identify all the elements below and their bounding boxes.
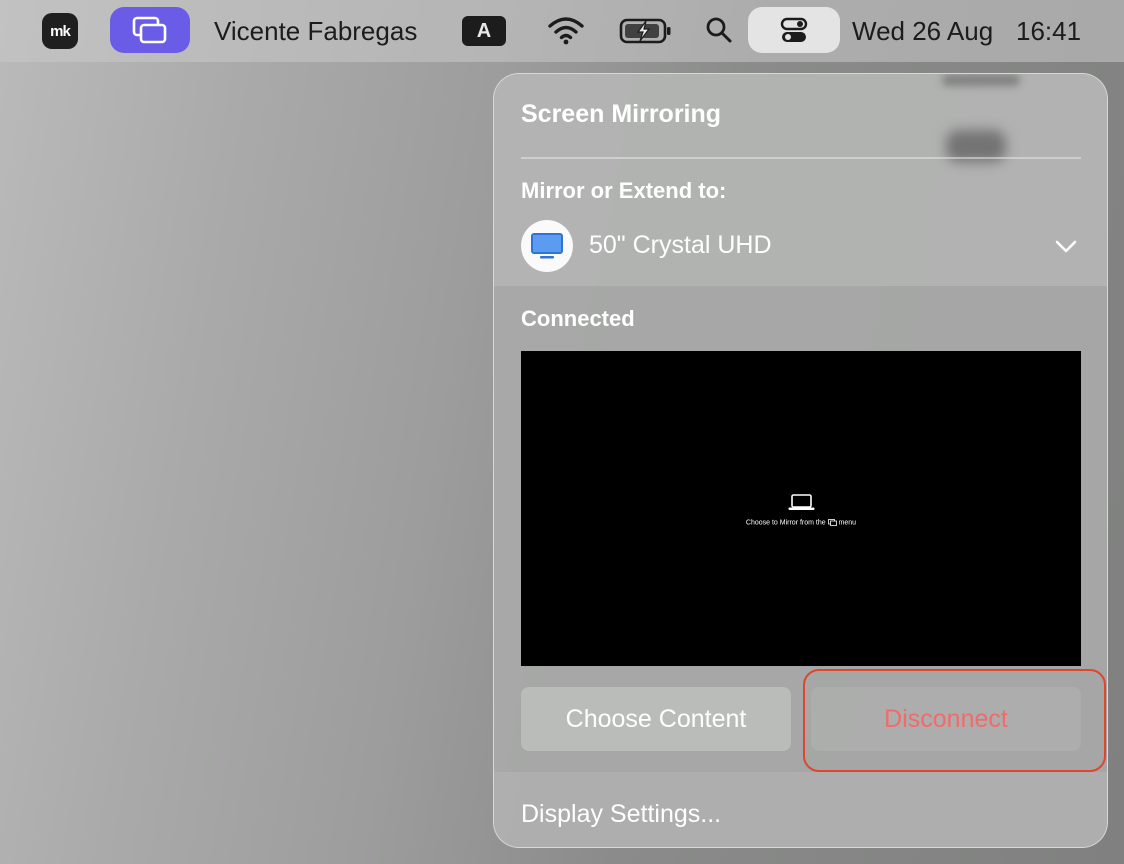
preview-caption: Choose to Mirror from the menu bbox=[521, 519, 1081, 526]
display-settings-link[interactable]: Display Settings... bbox=[521, 800, 721, 829]
chevron-down-icon[interactable] bbox=[1054, 234, 1078, 258]
divider bbox=[521, 157, 1081, 159]
control-center-button[interactable] bbox=[748, 7, 840, 53]
screen-mirroring-small-icon bbox=[827, 519, 837, 526]
mk-logo-text: mk bbox=[50, 22, 71, 40]
clock-date[interactable]: Wed 26 Aug bbox=[852, 14, 993, 48]
search-icon[interactable] bbox=[702, 12, 736, 48]
wifi-icon[interactable] bbox=[546, 12, 586, 48]
screen-mirroring-menu-button[interactable] bbox=[110, 7, 190, 53]
background-blur-shape bbox=[942, 74, 1020, 86]
clock-time[interactable]: 16:41 bbox=[1016, 14, 1081, 48]
menu-bar: mk Vicente Fabregas A Wed 26 Aug 16:41 bbox=[0, 0, 1124, 62]
control-center-icon bbox=[780, 17, 808, 42]
mk-logo-icon[interactable]: mk bbox=[42, 13, 78, 49]
input-source-indicator[interactable]: A bbox=[462, 16, 506, 46]
mirror-or-extend-label: Mirror or Extend to: bbox=[521, 178, 727, 203]
preview-caption-after: menu bbox=[838, 519, 857, 527]
user-name[interactable]: Vicente Fabregas bbox=[214, 14, 417, 48]
display-preview: Choose to Mirror from the menu bbox=[521, 351, 1081, 666]
device-row-crystal-uhd[interactable]: 50" Crystal UHD bbox=[521, 220, 1081, 272]
battery-charging-icon[interactable] bbox=[618, 14, 674, 48]
screen-mirroring-icon bbox=[132, 16, 167, 44]
laptop-icon bbox=[788, 494, 815, 510]
disconnect-highlight-outline bbox=[803, 669, 1106, 772]
device-name: 50" Crystal UHD bbox=[589, 231, 772, 259]
panel-title: Screen Mirroring bbox=[521, 100, 722, 128]
connected-label: Connected bbox=[521, 306, 635, 331]
choose-content-button[interactable]: Choose Content bbox=[521, 687, 791, 751]
preview-caption-before: Choose to Mirror from the bbox=[745, 519, 826, 527]
display-icon bbox=[521, 220, 573, 272]
screen-mirroring-panel: Screen Mirroring Mirror or Extend to: 50… bbox=[493, 73, 1108, 848]
